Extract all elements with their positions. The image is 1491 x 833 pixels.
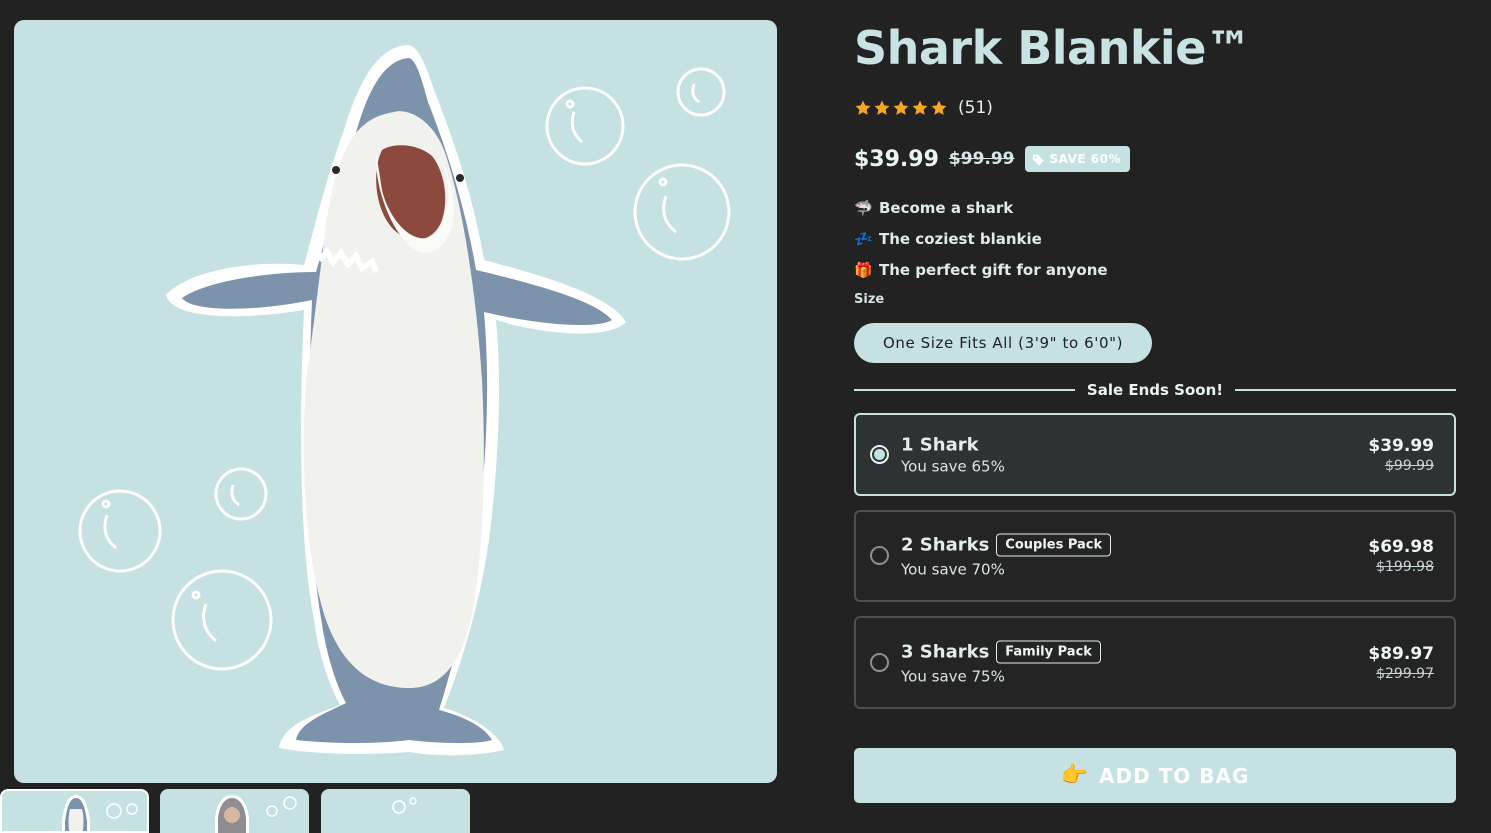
star-icon bbox=[931, 100, 947, 115]
product-rating[interactable]: (51) bbox=[854, 98, 993, 118]
divider-line bbox=[1235, 389, 1456, 391]
feature-item: 🎁 The perfect gift for anyone bbox=[854, 254, 1108, 285]
bundle-tag: Couples Pack bbox=[996, 533, 1112, 557]
feature-item: 💤 The coziest blankie bbox=[854, 223, 1108, 254]
product-title: Shark Blankie™ bbox=[854, 21, 1252, 75]
star-rating bbox=[854, 99, 948, 117]
sale-price: $39.99 bbox=[854, 146, 939, 172]
bundle-compare-price: $99.99 bbox=[1385, 457, 1434, 474]
add-to-bag-button[interactable]: 👉 ADD TO BAG bbox=[854, 748, 1456, 803]
save-badge: SAVE 60% bbox=[1024, 146, 1131, 172]
size-option-button[interactable]: One Size Fits All (3'9" to 6'0") bbox=[854, 323, 1152, 363]
sale-divider: Sale Ends Soon! bbox=[854, 378, 1456, 402]
star-icon bbox=[874, 100, 890, 115]
bundle-compare-price: $199.98 bbox=[1376, 559, 1434, 575]
shark-emoji-icon: 🦈 bbox=[854, 198, 873, 217]
bundle-tag: Family Pack bbox=[996, 640, 1101, 663]
bundle-name-row: 1 Shark bbox=[901, 434, 1005, 455]
save-badge-label: SAVE 60% bbox=[1049, 152, 1122, 166]
thumbnail-2[interactable] bbox=[160, 789, 309, 833]
bundle-name-row: 2 Sharks Couples Pack bbox=[901, 533, 1112, 557]
thumbnail-3[interactable] bbox=[321, 789, 470, 833]
review-count: (51) bbox=[958, 98, 993, 118]
size-label: Size bbox=[854, 292, 885, 307]
tag-icon bbox=[1032, 154, 1044, 165]
bundle-name: 2 Sharks bbox=[901, 534, 990, 556]
feature-list: 🦈 Become a shark 💤 The coziest blankie 🎁… bbox=[854, 192, 1108, 285]
bundle-price: $39.99 bbox=[1368, 435, 1434, 456]
gift-emoji-icon: 🎁 bbox=[854, 260, 873, 279]
bundle-pricing: $69.98 $199.98 bbox=[1368, 537, 1434, 575]
bundle-savings: You save 65% bbox=[901, 457, 1005, 475]
feature-item: 🦈 Become a shark bbox=[854, 192, 1108, 223]
radio-button[interactable] bbox=[870, 652, 889, 672]
bundle-name: 3 Sharks bbox=[901, 641, 990, 662]
shark-blanket-illustration bbox=[78, 45, 731, 756]
sale-banner: Sale Ends Soon! bbox=[1086, 381, 1224, 399]
divider-line bbox=[854, 389, 1075, 391]
bundle-pricing: $89.97 $299.97 bbox=[1368, 644, 1434, 682]
bundle-option-2-sharks[interactable]: 2 Sharks Couples Pack You save 70% $69.9… bbox=[854, 510, 1456, 602]
bundle-price: $89.97 bbox=[1368, 643, 1434, 664]
radio-button[interactable] bbox=[870, 546, 889, 565]
feature-label: The coziest blankie bbox=[879, 229, 1042, 248]
bundle-name-row: 3 Sharks Family Pack bbox=[901, 640, 1101, 663]
pointing-hand-icon: 👉 bbox=[1060, 763, 1089, 788]
bundle-info: 3 Sharks Family Pack You save 75% bbox=[901, 640, 1101, 685]
bundle-price: $69.98 bbox=[1368, 537, 1434, 557]
bundle-pricing: $39.99 $99.99 bbox=[1368, 436, 1434, 474]
bundle-option-1-shark[interactable]: 1 Shark You save 65% $39.99 $99.99 bbox=[854, 413, 1456, 496]
bundle-option-3-sharks[interactable]: 3 Sharks Family Pack You save 75% $89.97… bbox=[854, 616, 1456, 709]
thumbnail-shark-icon bbox=[62, 795, 138, 831]
compare-price: $99.99 bbox=[948, 149, 1015, 169]
feature-label: Become a shark bbox=[879, 198, 1014, 217]
add-to-bag-label: ADD TO BAG bbox=[1099, 763, 1250, 788]
bundle-compare-price: $299.97 bbox=[1376, 665, 1434, 682]
bundle-info: 2 Sharks Couples Pack You save 70% bbox=[901, 533, 1112, 579]
bundle-info: 1 Shark You save 65% bbox=[901, 434, 1005, 475]
thumbnail-bubbles-icon bbox=[392, 797, 417, 814]
feature-label: The perfect gift for anyone bbox=[879, 260, 1108, 279]
radio-button[interactable] bbox=[870, 444, 889, 464]
price-row: $39.99 $99.99 SAVE 60% bbox=[854, 146, 1131, 172]
bundle-savings: You save 70% bbox=[901, 560, 1005, 579]
thumbnail-person-shark-icon bbox=[215, 795, 297, 833]
star-icon bbox=[855, 100, 871, 115]
thumbnail-1[interactable] bbox=[0, 789, 149, 833]
product-image[interactable] bbox=[14, 20, 777, 783]
star-icon bbox=[912, 100, 928, 115]
star-icon bbox=[893, 100, 909, 115]
zzz-emoji-icon: 💤 bbox=[854, 229, 873, 248]
thumbnail-strip bbox=[0, 789, 480, 833]
bundle-savings: You save 75% bbox=[901, 667, 1005, 685]
bundle-name: 1 Shark bbox=[901, 434, 979, 455]
